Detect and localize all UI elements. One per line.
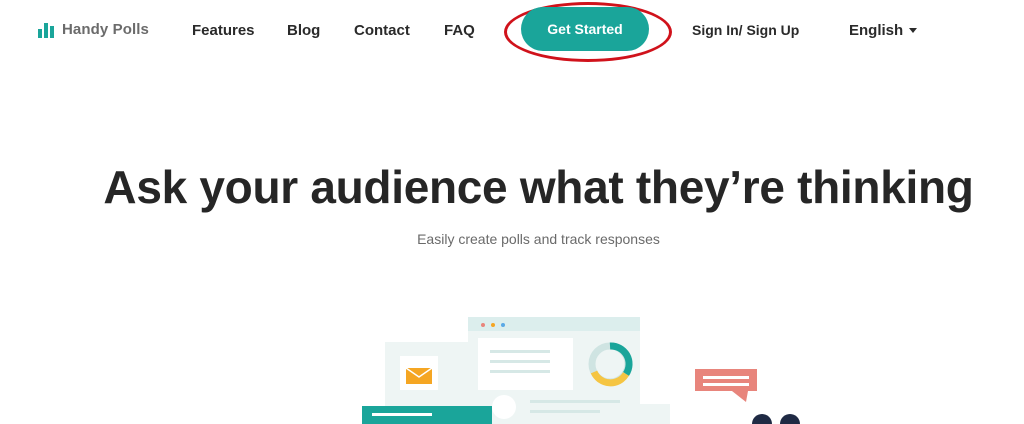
speech-bubble-tail	[732, 391, 748, 402]
person-head	[752, 414, 772, 424]
nav-link-features[interactable]: Features	[192, 22, 255, 39]
brand-name: Handy Polls	[62, 21, 149, 38]
hero-illustration	[362, 317, 800, 424]
brand-logo[interactable]: Handy Polls	[38, 21, 149, 38]
avatar-circle	[492, 395, 516, 419]
get-started-button[interactable]: Get Started	[521, 7, 649, 51]
caret-down-icon	[909, 28, 918, 33]
text-line	[530, 410, 600, 413]
text-line	[703, 376, 749, 379]
nav-link-faq[interactable]: FAQ	[444, 22, 475, 39]
language-dropdown[interactable]: English	[849, 22, 918, 39]
speech-bubble	[695, 369, 757, 391]
language-label: English	[849, 22, 904, 39]
text-line	[490, 360, 550, 363]
code-card	[640, 404, 670, 424]
window-dot-blue	[501, 323, 505, 327]
content-panel	[478, 338, 573, 390]
nav-link-contact[interactable]: Contact	[354, 22, 410, 39]
text-line	[490, 350, 550, 353]
top-navbar: Handy Polls Features Blog Contact FAQ Ge…	[0, 0, 1024, 62]
text-line	[490, 370, 550, 373]
text-line	[703, 383, 749, 386]
bar-chart-icon	[38, 22, 54, 38]
window-dot-yellow	[491, 323, 495, 327]
text-line	[530, 400, 620, 403]
envelope-icon	[405, 367, 433, 384]
text-line	[372, 413, 432, 416]
hero-title: Ask your audience what they’re thinking	[103, 161, 974, 213]
sign-in-link[interactable]: Sign In/ Sign Up	[692, 22, 799, 38]
nav-link-blog[interactable]: Blog	[287, 22, 320, 39]
hero-subtitle: Easily create polls and track responses	[417, 231, 660, 247]
person-head	[780, 414, 800, 424]
window-dot-red	[481, 323, 485, 327]
